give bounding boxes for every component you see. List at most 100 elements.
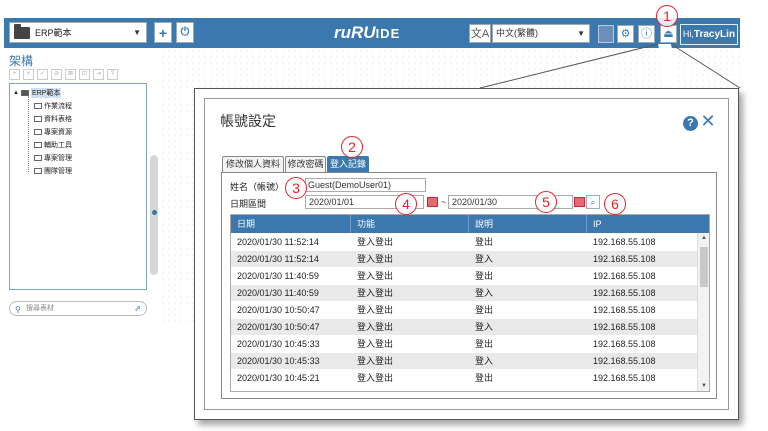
- cell-function: 登入登出: [357, 288, 394, 298]
- name-label: 姓名（帳號）: [230, 182, 285, 192]
- external-link-icon[interactable]: ⇗: [134, 302, 141, 315]
- panel-toolbar: + × ✓ ⊘ ⊠ ⊡ ⇥ ?: [9, 69, 119, 80]
- add-node-icon[interactable]: +: [9, 69, 20, 80]
- table-row[interactable]: 2020/01/30 10:45:33 登入登出 登入 192.168.55.108: [231, 353, 697, 369]
- cell-description: 登入: [475, 322, 494, 332]
- tab-change-password[interactable]: 修改密碼: [285, 156, 326, 172]
- name-field: Guest(DemoUser01): [305, 178, 426, 192]
- cell-description: 登入: [475, 288, 494, 298]
- tree-item-tools[interactable]: 輔助工具: [34, 140, 72, 150]
- account-settings-icon[interactable]: ⏏: [660, 25, 677, 43]
- user-greeting[interactable]: Hi,TracyLin: [680, 24, 738, 45]
- folder-icon: [14, 23, 30, 39]
- cell-date: 2020/01/30 11:40:59: [237, 271, 319, 281]
- cell-function: 登入登出: [357, 322, 394, 332]
- tree-item-flow[interactable]: 作業流程: [34, 101, 72, 111]
- cell-function: 登入登出: [357, 305, 394, 315]
- scroll-thumb[interactable]: [700, 247, 708, 287]
- power-button[interactable]: ⏻: [176, 22, 194, 43]
- table-row[interactable]: 2020/01/30 11:40:59 登入登出 登入 192.168.55.108: [231, 285, 697, 301]
- table-row[interactable]: 2020/01/30 11:52:14 登入登出 登出 192.168.55.108: [231, 234, 697, 250]
- cell-date: 2020/01/30 10:50:47: [237, 305, 320, 315]
- calendar-icon[interactable]: [427, 197, 438, 207]
- tree-item-project-management[interactable]: 專案管理: [34, 153, 72, 163]
- callout-5: 5: [535, 191, 557, 213]
- table-row[interactable]: 2020/01/30 11:40:59 登入登出 登出 192.168.55.108: [231, 268, 697, 284]
- cell-date: 2020/01/30 11:52:14: [237, 254, 319, 264]
- app-logo: ruRUIDE: [334, 22, 444, 44]
- tree-item-label: 專案資源: [44, 129, 72, 136]
- language-select[interactable]: 中文(繁體) ▼: [492, 24, 590, 43]
- disable-icon[interactable]: ⊘: [51, 69, 62, 80]
- cell-description: 登入: [475, 254, 494, 264]
- delete-node-icon[interactable]: ×: [23, 69, 34, 80]
- tree-item-label: 團隊管理: [44, 168, 72, 175]
- greeting-prefix: Hi,: [682, 29, 694, 39]
- calendar-icon[interactable]: [574, 197, 585, 207]
- column-header-ip[interactable]: IP: [587, 215, 709, 233]
- flow-icon: [34, 103, 42, 109]
- collapse-triangle-icon: ▲: [13, 90, 19, 96]
- help-icon[interactable]: ?: [683, 116, 698, 131]
- column-header-function[interactable]: 功能: [351, 215, 469, 233]
- scroll-down-icon[interactable]: ▼: [701, 383, 707, 389]
- check-icon[interactable]: ✓: [37, 69, 48, 80]
- help-icon[interactable]: ?: [107, 69, 118, 80]
- column-header-date[interactable]: 日期: [231, 215, 351, 233]
- login-history-table: 日期 功能 說明 IP 2020/01/30 11:52:14 登入登出 登出 192…: [230, 214, 710, 392]
- search-button[interactable]: ⌕: [586, 195, 600, 209]
- table-row[interactable]: 2020/01/30 10:45:33 登入登出 登出 192.168.55.108: [231, 336, 697, 352]
- cell-date: 2020/01/30 10:45:21: [237, 373, 320, 383]
- tree-item-label: 輔助工具: [44, 142, 72, 149]
- language-value: 中文(繁體): [496, 28, 538, 38]
- tree-root-label: ERP範本: [30, 88, 62, 98]
- dialog-title: 帳號設定: [220, 113, 276, 129]
- logo-main: ruRU: [334, 23, 376, 42]
- cell-ip: 192.168.55.108: [593, 373, 656, 383]
- scroll-up-icon[interactable]: ▲: [701, 235, 707, 241]
- cell-description: 登入: [475, 356, 494, 366]
- cell-description: 登出: [475, 305, 494, 315]
- panel-title: 架構: [9, 54, 34, 68]
- date-separator: ~: [441, 197, 447, 207]
- add-project-button[interactable]: +: [154, 22, 172, 43]
- blank-square-button[interactable]: [598, 25, 614, 43]
- collapse-icon[interactable]: ⊠: [65, 69, 76, 80]
- close-icon[interactable]: ✕: [700, 112, 716, 130]
- panel-splitter[interactable]: [150, 155, 158, 275]
- structure-tree: ▲ ERP範本 作業流程 資料表格 專案資源 輔助工具 專案管理 團隊管理: [9, 83, 147, 290]
- cell-ip: 192.168.55.108: [593, 254, 656, 264]
- cell-ip: 192.168.55.108: [593, 237, 656, 247]
- cell-date: 2020/01/30 10:50:47: [237, 322, 320, 332]
- indent-icon[interactable]: ⇥: [93, 69, 104, 80]
- chevron-down-icon: ▼: [577, 29, 585, 38]
- project-select-value: ERP範本: [35, 28, 72, 38]
- cell-description: 登出: [475, 373, 494, 383]
- tree-search-input[interactable]: ⚲ 搜尋表材 ⇗: [9, 301, 147, 316]
- splitter-handle-icon[interactable]: [152, 210, 157, 215]
- cell-date: 2020/01/30 11:52:14: [237, 237, 319, 247]
- tab-edit-profile[interactable]: 修改個人資料: [222, 156, 284, 172]
- tree-root[interactable]: ▲ ERP範本: [13, 88, 62, 98]
- cell-function: 登入登出: [357, 271, 394, 281]
- tree-item-label: 專案管理: [44, 155, 72, 162]
- table-row[interactable]: 2020/01/30 11:52:14 登入登出 登入 192.168.55.108: [231, 251, 697, 267]
- tree-item-tables[interactable]: 資料表格: [34, 114, 72, 124]
- tree-item-resources[interactable]: 專案資源: [34, 127, 72, 137]
- cell-ip: 192.168.55.108: [593, 305, 656, 315]
- info-icon[interactable]: ⓘ: [638, 25, 655, 43]
- table-row[interactable]: 2020/01/30 10:50:47 登入登出 登出 192.168.55.108: [231, 302, 697, 318]
- expand-icon[interactable]: ⊡: [79, 69, 90, 80]
- column-header-description[interactable]: 說明: [469, 215, 587, 233]
- project-select[interactable]: ERP範本 ▼: [9, 22, 147, 43]
- table-row[interactable]: 2020/01/30 10:50:47 登入登出 登入 192.168.55.108: [231, 319, 697, 335]
- username: TracyLin: [693, 29, 736, 40]
- callout-6: 6: [604, 193, 626, 215]
- gear-icon[interactable]: ⚙: [617, 25, 634, 43]
- table-scrollbar[interactable]: ▲ ▼: [697, 233, 709, 391]
- table-row[interactable]: 2020/01/30 10:45:21 登入登出 登出 192.168.55.108: [231, 370, 697, 386]
- tab-login-history[interactable]: 登入記錄: [327, 156, 369, 172]
- cell-ip: 192.168.55.108: [593, 339, 656, 349]
- translate-icon: 文A: [469, 24, 491, 43]
- tree-item-team-management[interactable]: 團隊管理: [34, 166, 72, 176]
